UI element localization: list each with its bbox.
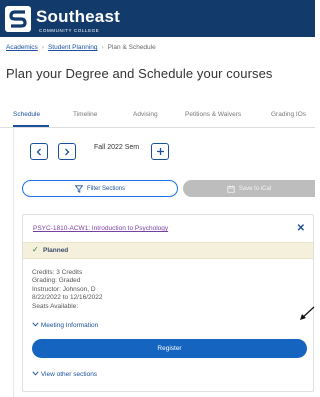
save-to-ical-button[interactable]: Save to iCal: [183, 180, 315, 197]
course-details: Credits: 3 Credits Grading: Graded Instr…: [32, 269, 102, 311]
annotation-arrow-icon: [300, 306, 315, 320]
previous-term-button[interactable]: [30, 143, 48, 160]
course-title-link[interactable]: PSYC-1810-ACW1: Introduction to Psycholo…: [33, 225, 168, 232]
tab-timeline[interactable]: Timeline: [73, 111, 97, 118]
chevron-left-icon: [36, 148, 41, 155]
college-logo[interactable]: Southeast Community College: [5, 5, 120, 33]
filter-sections-label: Filter Sections: [86, 185, 125, 192]
seats-text: Seats Available:: [32, 302, 79, 310]
meeting-information-label: Meeting Information: [40, 322, 99, 329]
meeting-information-toggle[interactable]: Meeting Information: [32, 322, 98, 329]
tab-grading-ios[interactable]: Grading IOs: [271, 111, 306, 118]
register-button[interactable]: Register: [32, 339, 307, 358]
active-tab-indicator: [13, 125, 49, 127]
tab-advising[interactable]: Advising: [133, 111, 158, 118]
page-title: Plan your Degree and Schedule your cours…: [6, 66, 273, 81]
funnel-icon: [74, 184, 83, 193]
status-label: Planned: [43, 247, 69, 254]
next-term-button[interactable]: [58, 143, 76, 160]
save-to-ical-label: Save to iCal: [238, 185, 272, 192]
breadcrumb-separator: ›: [101, 44, 104, 51]
breadcrumb-separator: ›: [41, 44, 44, 51]
logo-s-icon: [5, 6, 31, 32]
view-other-sections-toggle[interactable]: View other sections: [32, 371, 97, 378]
chevron-down-icon: [32, 322, 39, 327]
chevron-down-icon: [32, 371, 39, 376]
grading-text: Grading: Graded: [32, 277, 81, 285]
status-banner: ✓ Planned: [23, 242, 313, 259]
chevron-right-icon: [65, 148, 70, 155]
credits-text: Credits: 3 Credits: [32, 269, 83, 276]
plus-icon: [156, 148, 164, 155]
tab-petitions-waivers[interactable]: Petitions & Waivers: [185, 111, 241, 118]
tab-bar: Schedule Timeline Advising Petitions & W…: [0, 104, 315, 128]
header-bar: Southeast Community College: [0, 0, 315, 37]
instructor-text: Instructor: Johnson, D: [32, 285, 96, 293]
filter-sections-button[interactable]: Filter Sections: [22, 180, 178, 197]
college-name: Southeast: [36, 7, 120, 26]
close-icon[interactable]: ✕: [297, 223, 305, 234]
term-label: Fall 2022 Sem: [94, 144, 140, 151]
breadcrumb-current: Plan & Schedule: [107, 44, 156, 51]
calendar-icon: [227, 185, 235, 193]
breadcrumb: Academics › Student Planning › Plan & Schedu…: [6, 44, 156, 51]
add-term-button[interactable]: [151, 143, 169, 160]
tab-schedule[interactable]: Schedule: [13, 111, 40, 118]
college-subtitle: Community College: [39, 28, 100, 33]
breadcrumb-student-planning[interactable]: Student Planning: [48, 44, 98, 51]
register-label: Register: [157, 345, 182, 352]
course-card: PSYC-1810-ACW1: Introduction to Psycholo…: [22, 214, 314, 392]
dates-text: 8/22/2022 to 12/16/2022: [32, 294, 103, 302]
view-other-sections-label: View other sections: [40, 371, 98, 378]
check-icon: ✓: [32, 245, 39, 254]
breadcrumb-academics[interactable]: Academics: [6, 44, 38, 51]
